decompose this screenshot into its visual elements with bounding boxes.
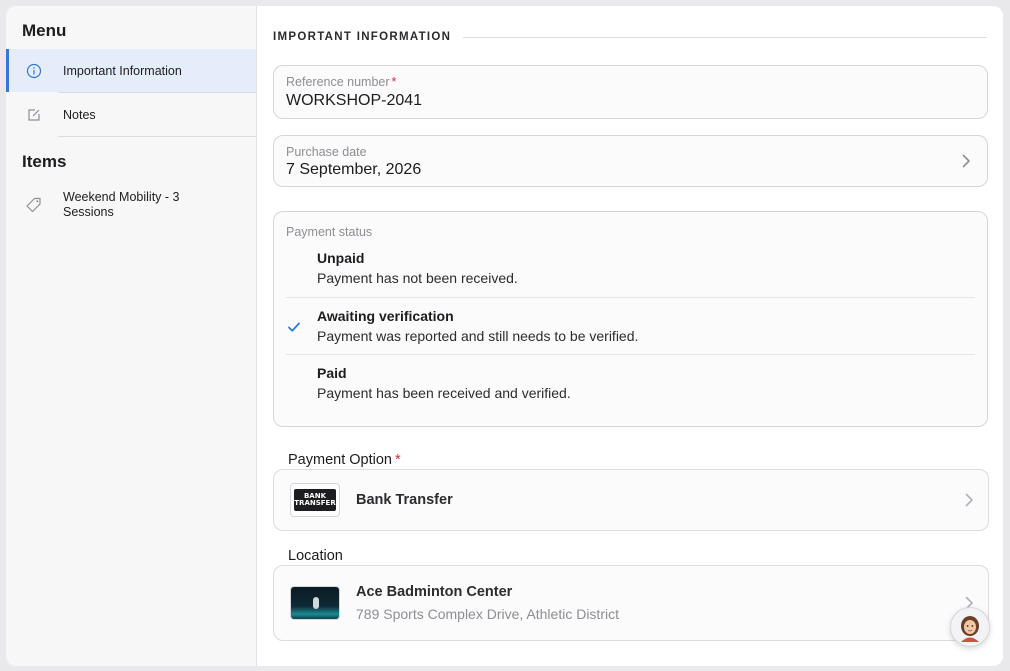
location-info: Ace Badminton Center 789 Sports Complex … bbox=[356, 584, 619, 622]
sidebar: Menu Important Information Notes Items W… bbox=[6, 6, 257, 666]
sidebar-item-label: Important Information bbox=[63, 63, 182, 78]
option-description: Payment has not been received. bbox=[317, 270, 518, 286]
player-figure bbox=[313, 597, 319, 609]
location-card[interactable]: Ace Badminton Center 789 Sports Complex … bbox=[273, 565, 989, 641]
sidebar-item-product[interactable]: Weekend Mobility - 3 Sessions bbox=[6, 187, 256, 225]
section-title: IMPORTANT INFORMATION bbox=[273, 31, 452, 43]
payment-status-field: Payment status Unpaid Payment has not be… bbox=[273, 211, 988, 427]
reference-number-value: WORKSHOP-2041 bbox=[286, 92, 423, 109]
bank-transfer-logo: BANK TRANSFER bbox=[290, 483, 340, 517]
option-title: Unpaid bbox=[317, 250, 365, 266]
sidebar-item-important-information[interactable]: Important Information bbox=[6, 49, 256, 92]
reference-number-field[interactable]: Reference number * WORKSHOP-2041 bbox=[273, 65, 988, 119]
sidebar-item-notes[interactable]: Notes bbox=[6, 93, 256, 136]
reference-number-label: Reference number * bbox=[286, 75, 975, 89]
option-title: Paid bbox=[317, 365, 347, 381]
payment-status-option-unpaid[interactable]: Unpaid Payment has not been received. bbox=[286, 247, 975, 297]
chevron-right-icon bbox=[964, 492, 974, 508]
info-icon bbox=[25, 62, 43, 80]
payment-status-option-paid[interactable]: Paid Payment has been received and verif… bbox=[286, 354, 975, 411]
payment-status-label: Payment status bbox=[286, 225, 373, 239]
main-content: IMPORTANT INFORMATION Reference number * … bbox=[257, 6, 1003, 666]
section-divider bbox=[463, 36, 987, 38]
bank-transfer-logo-mark: BANK TRANSFER bbox=[294, 489, 336, 511]
menu-title: Menu bbox=[22, 21, 67, 40]
payment-status-option-awaiting-verification[interactable]: Awaiting verification Payment was report… bbox=[286, 297, 975, 354]
payment-option-label: Payment Option * bbox=[288, 452, 401, 468]
sidebar-item-label: Weekend Mobility - 3 Sessions bbox=[63, 190, 180, 219]
checkmark-icon bbox=[287, 320, 301, 334]
location-thumbnail bbox=[290, 586, 340, 620]
tag-icon bbox=[25, 196, 43, 214]
section-header: IMPORTANT INFORMATION bbox=[273, 31, 987, 43]
payment-option-label-text: Payment Option bbox=[288, 452, 392, 468]
app-window: Menu Important Information Notes Items W… bbox=[6, 6, 1003, 666]
divider bbox=[58, 136, 256, 137]
purchase-date-value: 7 September, 2026 bbox=[286, 161, 422, 178]
option-description: Payment was reported and still needs to … bbox=[317, 328, 639, 344]
location-address: 789 Sports Complex Drive, Athletic Distr… bbox=[356, 606, 619, 622]
location-label: Location bbox=[288, 548, 343, 564]
location-name: Ace Badminton Center bbox=[356, 584, 513, 600]
edit-icon bbox=[25, 106, 43, 124]
required-mark: * bbox=[391, 75, 397, 89]
assistant-avatar[interactable] bbox=[950, 607, 990, 647]
avatar-icon bbox=[961, 616, 979, 642]
reference-number-label-text: Reference number bbox=[286, 75, 390, 89]
payment-option-value: Bank Transfer bbox=[356, 492, 453, 508]
sidebar-item-label: Notes bbox=[63, 107, 96, 122]
purchase-date-field[interactable]: Purchase date 7 September, 2026 bbox=[273, 135, 988, 187]
required-mark: * bbox=[394, 452, 401, 468]
items-title: Items bbox=[22, 152, 67, 171]
chevron-right-icon bbox=[961, 153, 971, 169]
option-title: Awaiting verification bbox=[317, 308, 454, 324]
option-description: Payment has been received and verified. bbox=[317, 385, 571, 401]
payment-option-card[interactable]: BANK TRANSFER Bank Transfer bbox=[273, 469, 989, 531]
purchase-date-label: Purchase date bbox=[286, 145, 367, 159]
